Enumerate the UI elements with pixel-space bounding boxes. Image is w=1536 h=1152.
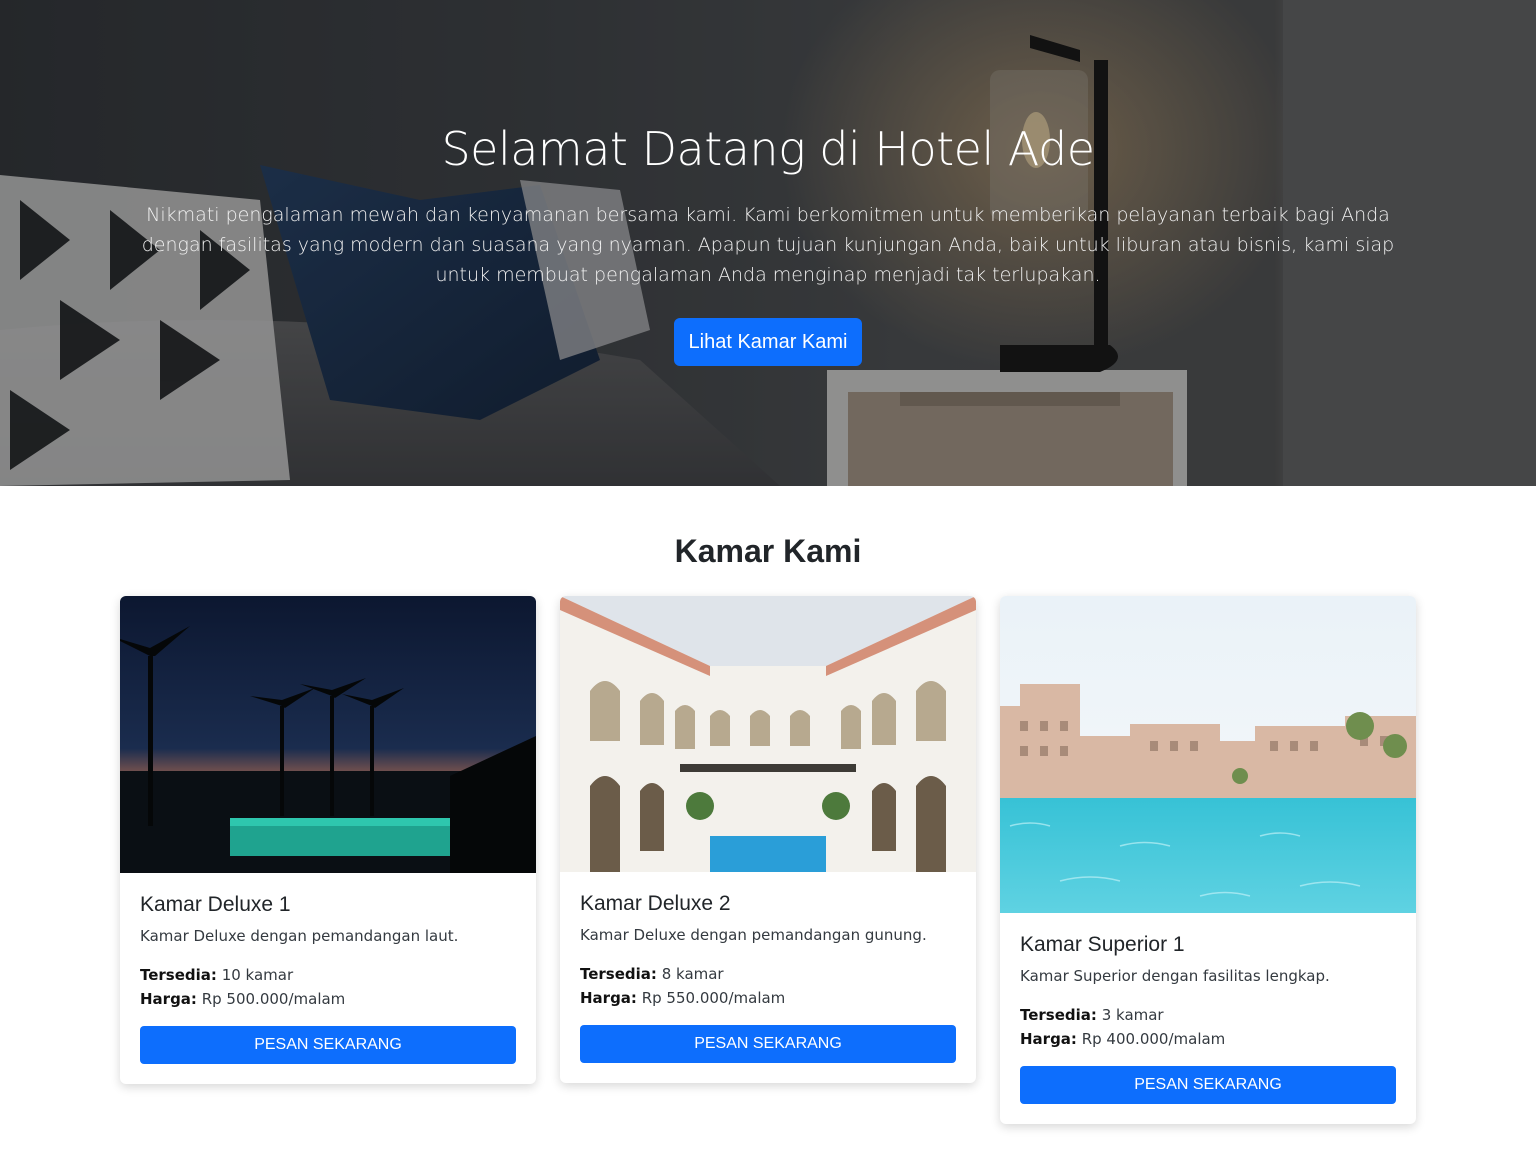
book-now-button[interactable]: PESAN SEKARANG bbox=[580, 1025, 956, 1063]
room-image-resort-pool bbox=[1000, 596, 1416, 913]
room-title: Kamar Deluxe 2 bbox=[580, 892, 731, 915]
available-value: 8 kamar bbox=[661, 965, 724, 983]
book-now-button[interactable]: PESAN SEKARANG bbox=[1020, 1066, 1396, 1104]
room-card: Kamar Deluxe 1 Kamar Deluxe dengan peman… bbox=[120, 596, 536, 1084]
available-label: Tersedia: bbox=[1020, 1006, 1097, 1024]
price-value: Rp 500.000/malam bbox=[201, 990, 346, 1008]
rooms-section-title: Kamar Kami bbox=[674, 533, 862, 569]
price-label: Harga: bbox=[580, 989, 637, 1007]
price-value: Rp 550.000/malam bbox=[641, 989, 786, 1007]
room-meta: Tersedia: 3 kamar Harga: Rp 400.000/mala… bbox=[1020, 1003, 1396, 1051]
available-label: Tersedia: bbox=[580, 965, 657, 983]
price-label: Harga: bbox=[140, 990, 197, 1008]
room-meta: Tersedia: 8 kamar Harga: Rp 550.000/mala… bbox=[580, 962, 956, 1010]
room-meta: Tersedia: 10 kamar Harga: Rp 500.000/mal… bbox=[140, 963, 516, 1011]
room-title: Kamar Superior 1 bbox=[1020, 933, 1185, 956]
available-label: Tersedia: bbox=[140, 966, 217, 984]
room-image-beach-night bbox=[120, 596, 536, 873]
room-description: Kamar Superior dengan fasilitas lengkap. bbox=[1020, 967, 1330, 985]
book-now-button[interactable]: PESAN SEKARANG bbox=[140, 1026, 516, 1064]
available-value: 3 kamar bbox=[1101, 1006, 1164, 1024]
price-value: Rp 400.000/malam bbox=[1081, 1030, 1226, 1048]
room-card: Kamar Deluxe 2 Kamar Deluxe dengan peman… bbox=[560, 596, 976, 1083]
price-label: Harga: bbox=[1020, 1030, 1077, 1048]
room-description: Kamar Deluxe dengan pemandangan laut. bbox=[140, 927, 459, 945]
room-card: Kamar Superior 1 Kamar Superior dengan f… bbox=[1000, 596, 1416, 1124]
room-title: Kamar Deluxe 1 bbox=[140, 893, 291, 916]
available-value: 10 kamar bbox=[221, 966, 294, 984]
hero-title: Selamat Datang di Hotel Ade bbox=[441, 122, 1095, 176]
room-image-courtyard bbox=[560, 596, 976, 872]
room-description: Kamar Deluxe dengan pemandangan gunung. bbox=[580, 926, 927, 944]
view-rooms-button[interactable]: Lihat Kamar Kami bbox=[674, 318, 862, 366]
hero-description: Nikmati pengalaman mewah dan kenyamanan … bbox=[141, 204, 1395, 286]
hero-section: Selamat Datang di Hotel Ade Nikmati peng… bbox=[0, 0, 1536, 486]
